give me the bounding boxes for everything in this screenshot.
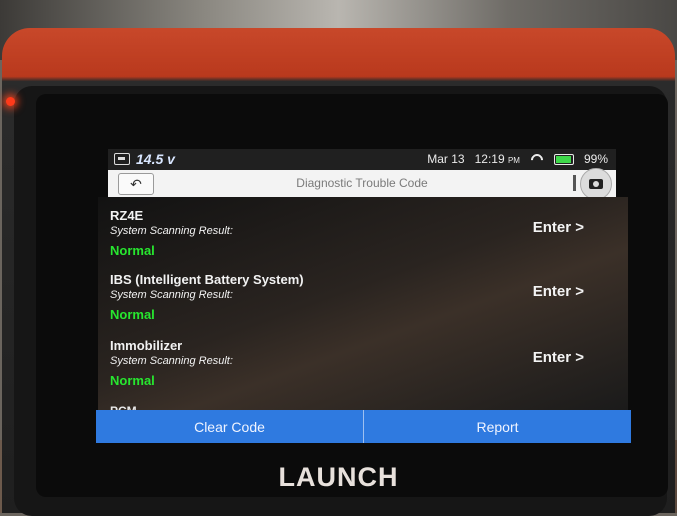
brand-logo: LAUNCH xyxy=(278,462,399,492)
status-badge: Normal xyxy=(110,373,155,388)
list-item: RZ4E System Scanning Result: Normal Ente… xyxy=(98,205,628,271)
flag-icon xyxy=(573,175,576,191)
module-list: RZ4E System Scanning Result: Normal Ente… xyxy=(98,197,628,412)
module-name: IBS (Intelligent Battery System) xyxy=(110,272,304,287)
scan-result-label: System Scanning Result: xyxy=(110,355,233,367)
status-time-value: 12:19 xyxy=(474,152,505,166)
module-name: RZ4E xyxy=(110,208,144,223)
report-button[interactable]: Report xyxy=(363,410,631,443)
status-date: Mar 13 xyxy=(427,152,465,166)
enter-button[interactable]: Enter > xyxy=(533,283,584,300)
enter-button[interactable]: Enter > xyxy=(533,349,584,366)
camera-icon xyxy=(589,179,603,189)
module-name: Immobilizer xyxy=(110,338,183,353)
battery-icon xyxy=(553,153,574,165)
status-time: 12:19 PM xyxy=(475,152,520,166)
status-badge: Normal xyxy=(110,307,155,322)
app-header: ↶ Diagnostic Trouble Code xyxy=(108,168,616,200)
power-led-icon xyxy=(6,97,15,106)
wifi-icon xyxy=(530,154,544,164)
clear-code-button[interactable]: Clear Code xyxy=(96,410,363,443)
screenshot-button[interactable] xyxy=(580,168,612,200)
scan-result-label: System Scanning Result: xyxy=(110,289,233,301)
scan-result-label: System Scanning Result: xyxy=(110,225,233,237)
battery-voltage: 14.5 v xyxy=(136,151,175,167)
status-bar: 14.5 v Mar 13 12:19 PM 99% xyxy=(108,149,616,170)
status-time-ampm: PM xyxy=(507,156,520,165)
action-bar: Clear Code Report xyxy=(96,410,631,443)
battery-percent: 99% xyxy=(583,152,608,166)
page-title: Diagnostic Trouble Code xyxy=(296,176,428,190)
list-item: Immobilizer System Scanning Result: Norm… xyxy=(98,335,628,401)
list-item: IBS (Intelligent Battery System) System … xyxy=(98,269,628,335)
status-badge: Normal xyxy=(110,243,155,258)
vci-connector-icon xyxy=(114,153,130,165)
enter-button[interactable]: Enter > xyxy=(533,219,584,236)
